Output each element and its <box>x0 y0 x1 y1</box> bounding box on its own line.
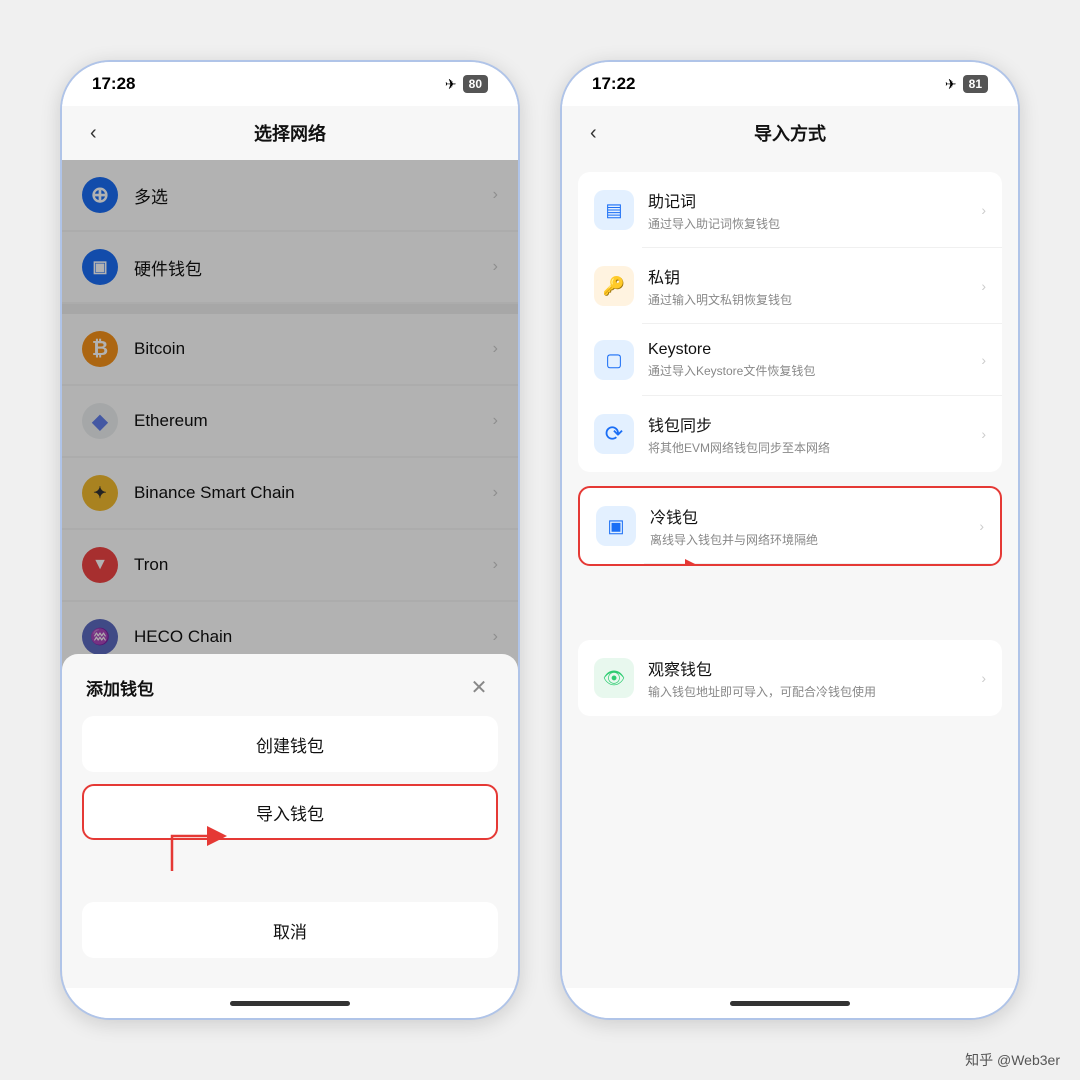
battery-right: 81 <box>963 75 988 93</box>
coldwallet-text: 冷钱包 离线导入钱包并与网络环境隔绝 <box>650 504 979 548</box>
chevron-icon: › <box>981 670 986 686</box>
home-indicator-right <box>562 988 1018 1018</box>
time-left: 17:28 <box>92 74 135 94</box>
status-icons-left: ✈ 80 <box>445 75 488 93</box>
coldwallet-item[interactable]: ▣ 冷钱包 离线导入钱包并与网络环境隔绝 › <box>580 488 1000 564</box>
home-bar-right <box>730 1001 850 1006</box>
modal-title: 添加钱包 <box>86 675 154 700</box>
nav-title-right: 导入方式 <box>754 120 826 146</box>
walletsync-text: 钱包同步 将其他EVM网络钱包同步至本网络 <box>648 412 981 456</box>
chevron-icon: › <box>981 426 986 442</box>
privatekey-icon: 🔑 <box>594 266 634 306</box>
phone1-content: ⊕ 多选 › ▣ 硬件钱包 › ₿ Bitcoin › ◆ Ethereum › <box>62 160 518 988</box>
watchonly-title: 观察钱包 <box>648 656 981 680</box>
mnemonic-text: 助记词 通过导入助记词恢复钱包 <box>648 188 981 232</box>
mnemonic-icon: ▤ <box>594 190 634 230</box>
watchonly-text: 观察钱包 输入钱包地址即可导入，可配合冷钱包使用 <box>648 656 981 700</box>
arrow-spacer <box>82 852 498 902</box>
walletsync-sub: 将其他EVM网络钱包同步至本网络 <box>648 439 981 456</box>
back-button-right[interactable]: ‹ <box>582 114 605 153</box>
chevron-icon: › <box>979 518 984 534</box>
privatekey-sub: 通过输入明文私钥恢复钱包 <box>648 291 981 308</box>
walletsync-icon: ⟳ <box>594 414 634 454</box>
status-bar-left: 17:28 ✈ 80 <box>62 62 518 106</box>
keystore-item[interactable]: ▢ Keystore 通过导入Keystore文件恢复钱包 › <box>578 324 1002 396</box>
watchonly-icon: 👁 <box>594 658 634 698</box>
nav-bar-left: ‹ 选择网络 <box>62 106 518 160</box>
arrow-spacer-2 <box>578 580 1002 640</box>
import-wallet-container: 导入钱包 <box>82 784 498 840</box>
mnemonic-title: 助记词 <box>648 188 981 212</box>
home-indicator-left <box>62 988 518 1018</box>
keystore-icon: ▢ <box>594 340 634 380</box>
privatekey-title: 私钥 <box>648 264 981 288</box>
cancel-button[interactable]: 取消 <box>82 902 498 958</box>
add-wallet-modal: 添加钱包 ✕ 创建钱包 导入钱包 <box>62 654 518 988</box>
walletsync-item[interactable]: ⟳ 钱包同步 将其他EVM网络钱包同步至本网络 › <box>578 396 1002 472</box>
import-section-3: 👁 观察钱包 输入钱包地址即可导入，可配合冷钱包使用 › <box>578 640 1002 716</box>
airplane-icon-left: ✈ <box>445 76 457 93</box>
import-wallet-button[interactable]: 导入钱包 <box>82 784 498 840</box>
watchonly-item[interactable]: 👁 观察钱包 输入钱包地址即可导入，可配合冷钱包使用 › <box>578 640 1002 716</box>
battery-left: 80 <box>463 75 488 93</box>
coldwallet-icon: ▣ <box>596 506 636 546</box>
chevron-icon: › <box>981 202 986 218</box>
chevron-icon: › <box>981 278 986 294</box>
time-right: 17:22 <box>592 74 635 94</box>
import-section-2: ▣ 冷钱包 离线导入钱包并与网络环境隔绝 › <box>578 486 1002 566</box>
airplane-icon-right: ✈ <box>945 76 957 93</box>
home-bar-left <box>230 1001 350 1006</box>
nav-bar-right: ‹ 导入方式 <box>562 106 1018 160</box>
modal-close-button[interactable]: ✕ <box>464 672 494 702</box>
back-button-left[interactable]: ‹ <box>82 114 105 153</box>
privatekey-text: 私钥 通过输入明文私钥恢复钱包 <box>648 264 981 308</box>
mnemonic-item[interactable]: ▤ 助记词 通过导入助记词恢复钱包 › <box>578 172 1002 248</box>
keystore-text: Keystore 通过导入Keystore文件恢复钱包 <box>648 341 981 379</box>
watchonly-sub: 输入钱包地址即可导入，可配合冷钱包使用 <box>648 683 981 700</box>
chevron-icon: › <box>981 352 986 368</box>
status-bar-right: 17:22 ✈ 81 <box>562 62 1018 106</box>
import-list: ▤ 助记词 通过导入助记词恢复钱包 › 🔑 私钥 通过输入明文私钥恢复钱包 › … <box>562 160 1018 988</box>
modal-overlay: 添加钱包 ✕ 创建钱包 导入钱包 <box>62 160 518 988</box>
keystore-sub: 通过导入Keystore文件恢复钱包 <box>648 362 981 379</box>
coldwallet-sub: 离线导入钱包并与网络环境隔绝 <box>650 531 979 548</box>
phone-left: 17:28 ✈ 80 ‹ 选择网络 ⊕ 多选 › ▣ 硬件钱包 › <box>60 60 520 1020</box>
keystore-title: Keystore <box>648 341 981 359</box>
import-section-1: ▤ 助记词 通过导入助记词恢复钱包 › 🔑 私钥 通过输入明文私钥恢复钱包 › … <box>578 172 1002 472</box>
coldwallet-title: 冷钱包 <box>650 504 979 528</box>
nav-title-left: 选择网络 <box>254 120 326 146</box>
walletsync-title: 钱包同步 <box>648 412 981 436</box>
create-wallet-button[interactable]: 创建钱包 <box>82 716 498 772</box>
status-icons-right: ✈ 81 <box>945 75 988 93</box>
watermark: 知乎 @Web3er <box>965 1050 1060 1070</box>
modal-header: 添加钱包 ✕ <box>82 654 498 716</box>
mnemonic-sub: 通过导入助记词恢复钱包 <box>648 215 981 232</box>
phone-right: 17:22 ✈ 81 ‹ 导入方式 ▤ 助记词 通过导入助记词恢复钱包 › 🔑 <box>560 60 1020 1020</box>
privatekey-item[interactable]: 🔑 私钥 通过输入明文私钥恢复钱包 › <box>578 248 1002 324</box>
